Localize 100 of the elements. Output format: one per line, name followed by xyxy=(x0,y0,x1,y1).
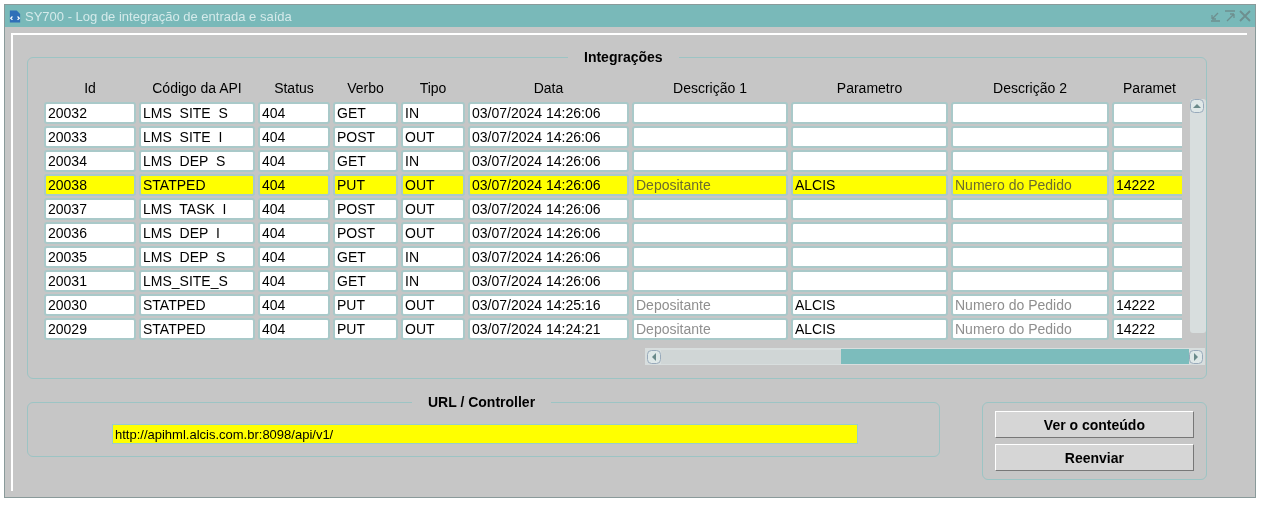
table-cell[interactable]: STATPED xyxy=(139,318,255,340)
table-cell[interactable]: IN xyxy=(401,270,465,292)
table-cell[interactable]: 20029 xyxy=(44,318,136,340)
minimize-icon[interactable] xyxy=(1209,10,1221,22)
table-cell[interactable]: ALCIS xyxy=(791,318,948,340)
table-cell[interactable]: STATPED xyxy=(139,174,255,196)
table-cell[interactable]: ALCIS xyxy=(791,174,948,196)
action-button[interactable]: Reenviar xyxy=(994,444,1194,471)
table-cell[interactable]: 20030 xyxy=(44,294,136,316)
url-field[interactable]: http://apihml.alcis.com.br:8098/api/v1/ xyxy=(112,424,858,444)
table-cell[interactable] xyxy=(951,102,1109,124)
table-cell[interactable]: GET xyxy=(333,150,398,172)
table-cell[interactable]: 03/07/2024 14:26:06 xyxy=(468,102,629,124)
table-cell[interactable]: IN xyxy=(401,150,465,172)
table-cell[interactable]: LMS DEP S xyxy=(139,150,255,172)
table-cell[interactable]: 14222 xyxy=(1112,294,1183,316)
table-cell[interactable] xyxy=(1112,150,1183,172)
table-cell[interactable]: STATPED xyxy=(139,294,255,316)
table-cell[interactable]: 20034 xyxy=(44,150,136,172)
table-cell[interactable]: PUT xyxy=(333,174,398,196)
table-cell[interactable]: OUT xyxy=(401,294,465,316)
table-cell[interactable]: PUT xyxy=(333,318,398,340)
table-cell[interactable]: 404 xyxy=(258,318,330,340)
table-cell[interactable]: 03/07/2024 14:26:06 xyxy=(468,222,629,244)
table-cell[interactable]: 03/07/2024 14:26:06 xyxy=(468,174,629,196)
table-cell[interactable]: 20033 xyxy=(44,126,136,148)
table-cell[interactable]: 03/07/2024 14:26:06 xyxy=(468,246,629,268)
table-cell[interactable]: OUT xyxy=(401,198,465,220)
table-cell[interactable] xyxy=(951,126,1109,148)
table-cell[interactable] xyxy=(791,102,948,124)
table-cell[interactable]: 03/07/2024 14:24:21 xyxy=(468,318,629,340)
table-cell[interactable]: GET xyxy=(333,102,398,124)
table-cell[interactable]: 404 xyxy=(258,174,330,196)
table-cell[interactable]: 404 xyxy=(258,126,330,148)
table-cell[interactable] xyxy=(632,222,788,244)
table-cell[interactable] xyxy=(632,246,788,268)
table-cell[interactable]: LMS TASK I xyxy=(139,198,255,220)
table-cell[interactable]: 20038 xyxy=(44,174,136,196)
table-cell[interactable]: Numero do Pedido xyxy=(951,174,1109,196)
table-cell[interactable]: 404 xyxy=(258,150,330,172)
table-cell[interactable] xyxy=(791,222,948,244)
table-cell[interactable]: 404 xyxy=(258,246,330,268)
table-cell[interactable]: 14222 xyxy=(1112,318,1183,340)
table-cell[interactable] xyxy=(632,102,788,124)
table-cell[interactable]: 404 xyxy=(258,198,330,220)
table-cell[interactable]: 404 xyxy=(258,102,330,124)
table-cell[interactable] xyxy=(791,270,948,292)
table-cell[interactable]: 14222 xyxy=(1112,174,1183,196)
table-cell[interactable]: GET xyxy=(333,246,398,268)
table-cell[interactable]: OUT xyxy=(401,318,465,340)
scroll-left-icon[interactable] xyxy=(647,349,661,364)
table-cell[interactable] xyxy=(951,150,1109,172)
table-cell[interactable] xyxy=(1112,222,1183,244)
table-cell[interactable]: 404 xyxy=(258,270,330,292)
table-cell[interactable] xyxy=(951,198,1109,220)
table-cell[interactable] xyxy=(791,126,948,148)
vertical-scrollbar[interactable] xyxy=(1190,99,1206,333)
table-cell[interactable]: 03/07/2024 14:26:06 xyxy=(468,270,629,292)
table-cell[interactable]: OUT xyxy=(401,174,465,196)
table-cell[interactable]: 20036 xyxy=(44,222,136,244)
table-cell[interactable] xyxy=(1112,126,1183,148)
table-cell[interactable]: LMS DEP I xyxy=(139,222,255,244)
table-cell[interactable]: 03/07/2024 14:26:06 xyxy=(468,126,629,148)
scroll-right-icon[interactable] xyxy=(1189,349,1203,364)
table-cell[interactable]: 20037 xyxy=(44,198,136,220)
table-cell[interactable]: POST xyxy=(333,198,398,220)
table-cell[interactable]: 03/07/2024 14:25:16 xyxy=(468,294,629,316)
table-cell[interactable] xyxy=(1112,270,1183,292)
table-cell[interactable]: LMS SITE I xyxy=(139,126,255,148)
table-cell[interactable]: OUT xyxy=(401,126,465,148)
table-cell[interactable] xyxy=(951,222,1109,244)
table-cell[interactable]: LMS SITE S xyxy=(139,102,255,124)
action-button[interactable]: Ver o conteúdo xyxy=(994,411,1194,438)
table-cell[interactable]: IN xyxy=(401,246,465,268)
table-cell[interactable] xyxy=(632,270,788,292)
table-cell[interactable] xyxy=(1112,198,1183,220)
table-cell[interactable] xyxy=(951,270,1109,292)
table-cell[interactable]: 03/07/2024 14:26:06 xyxy=(468,150,629,172)
table-cell[interactable]: IN xyxy=(401,102,465,124)
table-cell[interactable]: 404 xyxy=(258,294,330,316)
table-cell[interactable] xyxy=(632,150,788,172)
table-cell[interactable] xyxy=(632,126,788,148)
table-cell[interactable]: POST xyxy=(333,126,398,148)
table-cell[interactable]: 20032 xyxy=(44,102,136,124)
table-cell[interactable]: 03/07/2024 14:26:06 xyxy=(468,198,629,220)
table-cell[interactable] xyxy=(791,150,948,172)
table-cell[interactable]: LMS DEP S xyxy=(139,246,255,268)
table-cell[interactable] xyxy=(1112,102,1183,124)
scroll-up-icon[interactable] xyxy=(1190,99,1205,113)
table-cell[interactable]: 20035 xyxy=(44,246,136,268)
horizontal-scrollbar[interactable] xyxy=(645,348,1205,365)
table-cell[interactable]: GET xyxy=(333,270,398,292)
table-cell[interactable] xyxy=(791,246,948,268)
table-cell[interactable] xyxy=(951,246,1109,268)
table-cell[interactable]: 404 xyxy=(258,222,330,244)
maximize-icon[interactable] xyxy=(1224,10,1236,22)
table-cell[interactable]: LMS_SITE_S xyxy=(139,270,255,292)
table-cell[interactable] xyxy=(791,198,948,220)
table-cell[interactable]: 20031 xyxy=(44,270,136,292)
table-cell[interactable]: PUT xyxy=(333,294,398,316)
